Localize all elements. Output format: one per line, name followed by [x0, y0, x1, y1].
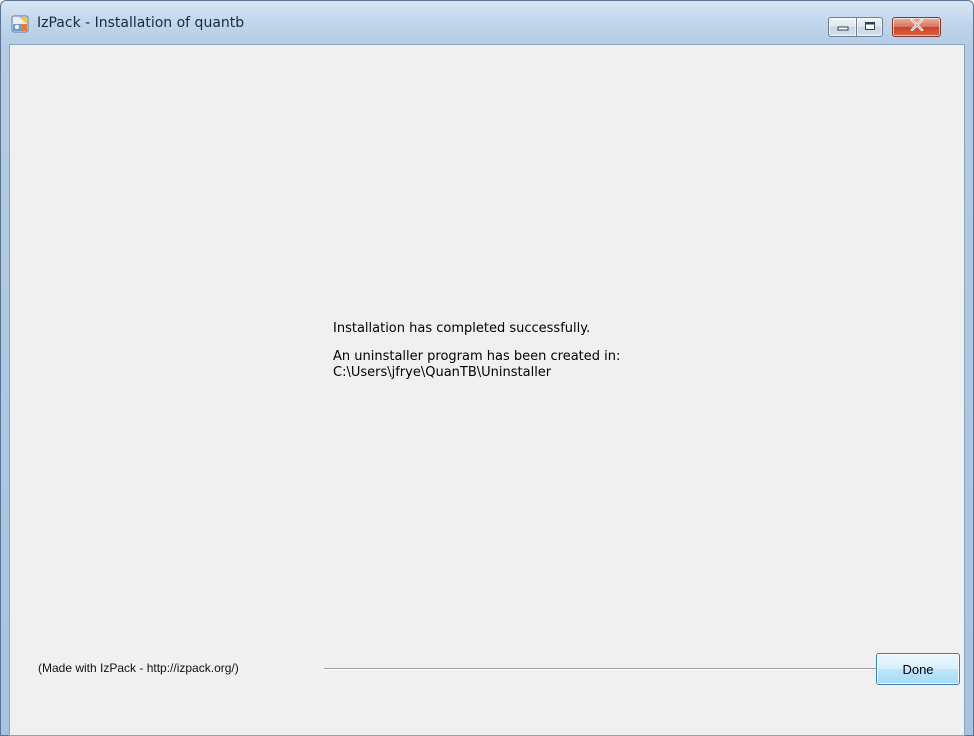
maximize-button[interactable]: [856, 17, 883, 37]
izpack-credit-label: (Made with IzPack - http://izpack.org/): [38, 661, 239, 675]
izpack-app-icon: [11, 15, 29, 33]
completion-message: Installation has completed successfully.: [333, 321, 591, 336]
title-bar[interactable]: IzPack - Installation of quantb: [1, 1, 973, 44]
done-button[interactable]: Done: [876, 653, 960, 685]
window-title: IzPack - Installation of quantb: [37, 15, 245, 31]
minimize-button[interactable]: [828, 17, 857, 37]
uninstaller-path: C:\Users\jfrye\QuanTB\Uninstaller: [333, 365, 552, 380]
footer-separator: [324, 668, 956, 670]
installer-window: IzPack - Installation of quantb Installa…: [0, 0, 974, 736]
close-button[interactable]: [892, 17, 941, 37]
close-icon: [910, 18, 924, 36]
installer-panel: Installation has completed successfully.…: [9, 44, 965, 736]
minimize-icon: [837, 18, 849, 36]
maximize-icon: [864, 18, 876, 36]
uninstaller-message: An uninstaller program has been created …: [333, 349, 621, 364]
